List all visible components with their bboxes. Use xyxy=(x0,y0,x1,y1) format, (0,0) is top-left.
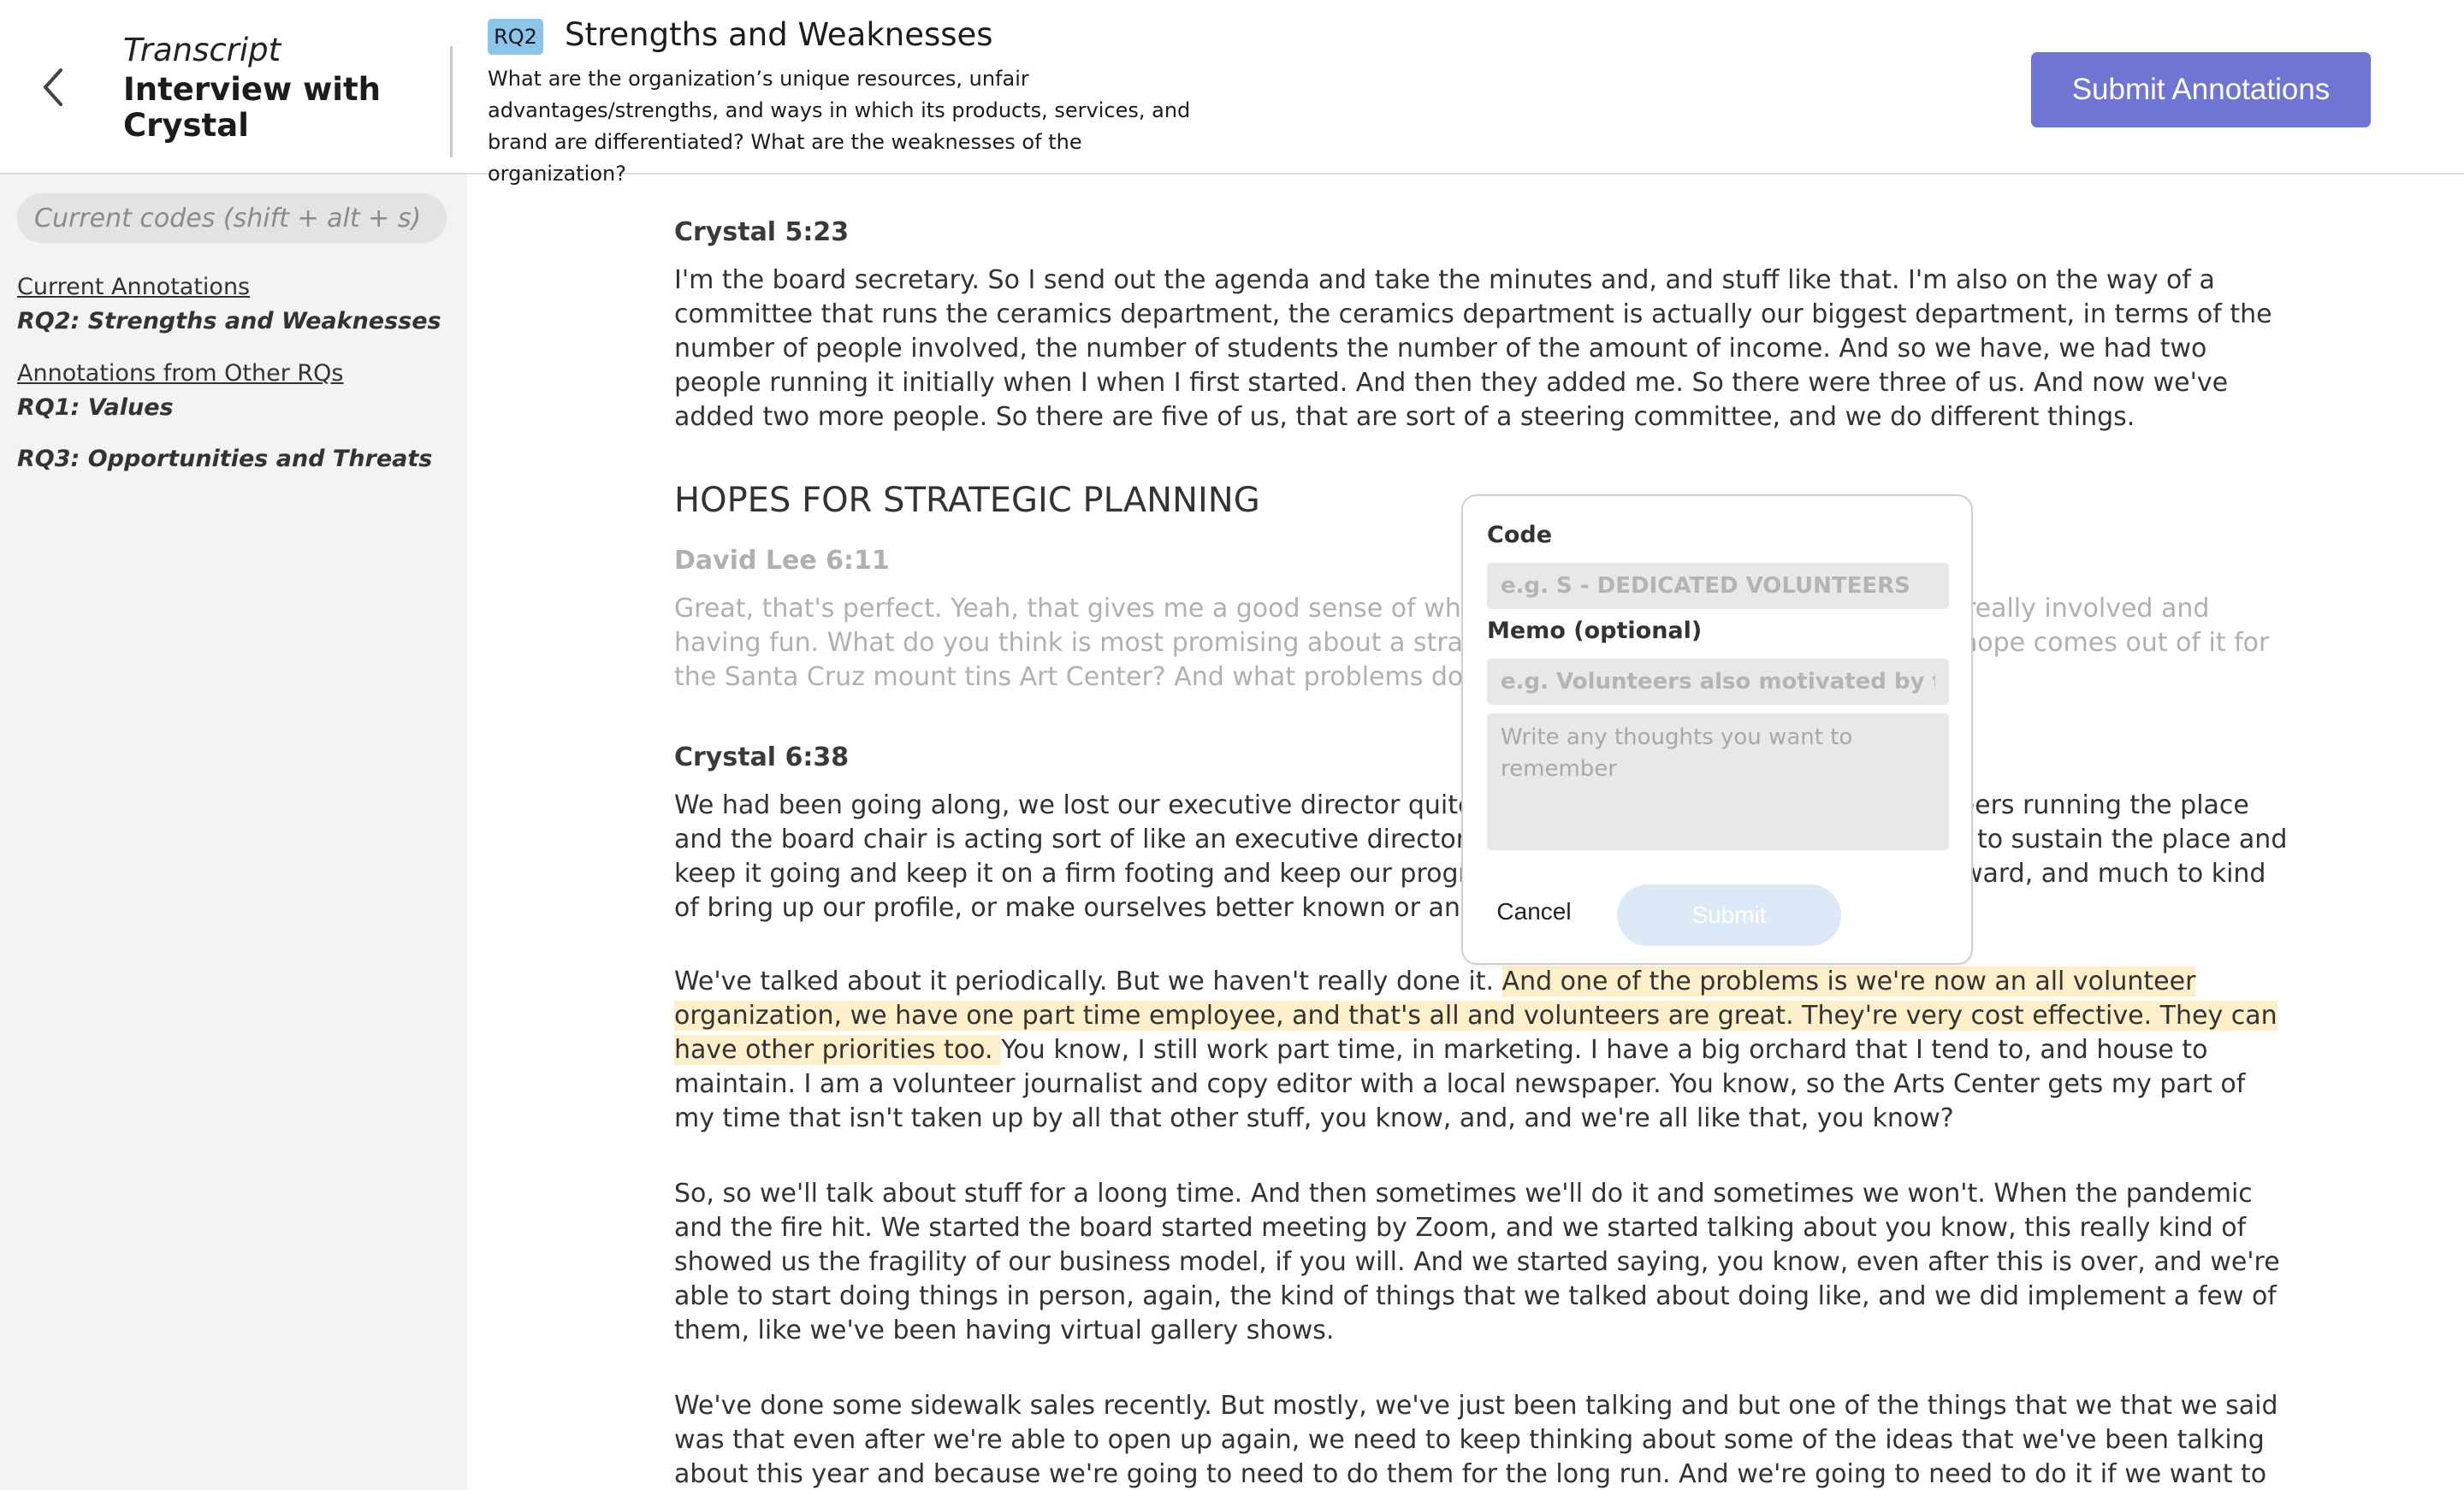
current-annotations-link[interactable]: Current Annotations xyxy=(17,270,441,305)
sidebar-item-rq1[interactable]: RQ1: Values xyxy=(17,391,432,425)
transcript-paragraph[interactable]: So, so we'll talk about stuff for a loon… xyxy=(674,1177,2293,1348)
transcript-paragraph[interactable]: We've done some sidewalk sales recently.… xyxy=(674,1389,2293,1490)
rq-badge: RQ2 xyxy=(488,19,543,55)
other-rqs-link[interactable]: Annotations from Other RQs xyxy=(17,357,432,391)
code-input[interactable] xyxy=(1487,563,1949,609)
code-label: Code xyxy=(1487,522,1553,548)
thoughts-textarea[interactable] xyxy=(1487,713,1949,850)
header-divider xyxy=(450,46,453,157)
speaker-label: David Lee 6:11 xyxy=(674,546,890,576)
memo-label: Memo (optional) xyxy=(1487,618,1703,644)
title-kicker: Transcript xyxy=(123,32,281,68)
rq-description: What are the organization’s unique resou… xyxy=(488,67,1191,186)
sidebar: Current Annotations RQ2: Strengths and W… xyxy=(0,174,467,1490)
other-annotations-section: Annotations from Other RQs RQ1: Values R… xyxy=(17,357,432,476)
header: Transcript Interview with Crystal RQ2 St… xyxy=(0,0,2464,186)
current-codes-search-input[interactable] xyxy=(17,193,447,243)
back-button[interactable] xyxy=(31,60,75,115)
cancel-button[interactable]: Cancel xyxy=(1487,884,1581,939)
sidebar-item-rq3[interactable]: RQ3: Opportunities and Threats xyxy=(17,442,432,476)
sidebar-item-rq2[interactable]: RQ2: Strengths and Weaknesses xyxy=(17,305,441,339)
paragraph-text: We've talked about it periodically. But … xyxy=(674,967,1502,996)
section-heading: HOPES FOR STRATEGIC PLANNING xyxy=(674,481,1260,520)
submit-button[interactable]: Submit xyxy=(1617,884,1841,946)
submit-annotations-button[interactable]: Submit Annotations xyxy=(2031,52,2371,127)
page-title: Interview with Crystal xyxy=(123,71,381,144)
annotation-popup: Code Memo (optional) Cancel Submit xyxy=(1461,494,1973,965)
speaker-label: Crystal 6:38 xyxy=(674,742,850,772)
rq-title: Strengths and Weaknesses xyxy=(565,16,993,53)
transcript-paragraph[interactable]: We've talked about it periodically. But … xyxy=(674,965,2293,1136)
speaker-label: Crystal 5:23 xyxy=(674,217,850,247)
current-annotations-section: Current Annotations RQ2: Strengths and W… xyxy=(17,270,441,339)
transcript-paragraph[interactable]: I'm the board secretary. So I send out t… xyxy=(674,263,2293,435)
chevron-left-icon xyxy=(44,68,62,106)
annotation-app: Transcript Interview with Crystal RQ2 St… xyxy=(0,0,2464,1490)
transcript-title-block: Transcript Interview with Crystal xyxy=(123,31,431,144)
memo-input[interactable] xyxy=(1487,659,1949,705)
